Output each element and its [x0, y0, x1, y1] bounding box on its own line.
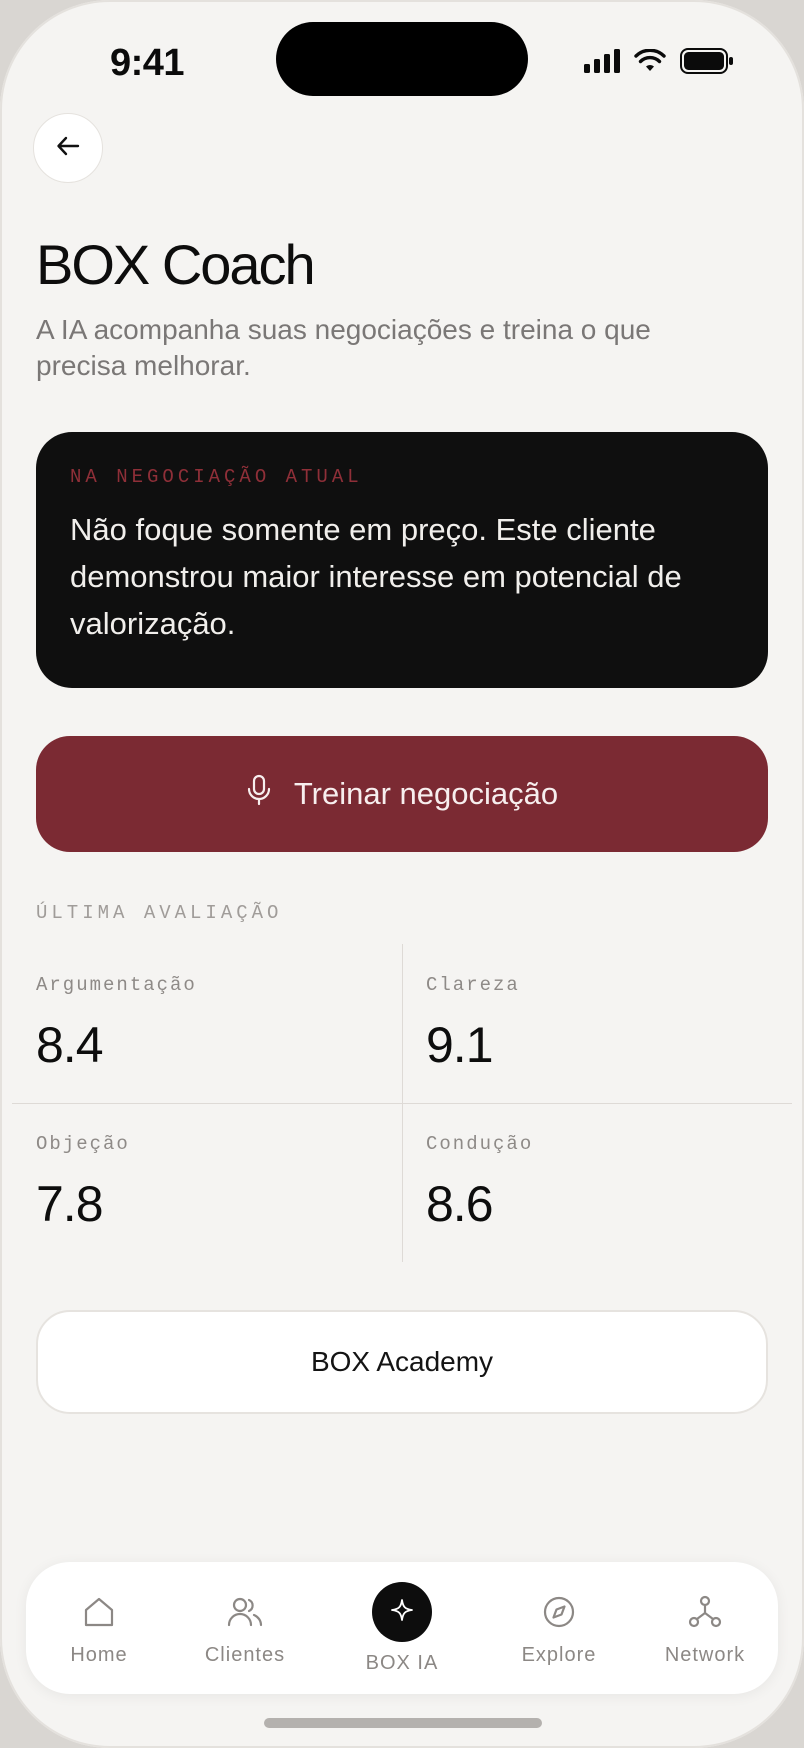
metric-name: Condução	[426, 1133, 534, 1155]
tab-network[interactable]: Network	[632, 1562, 778, 1694]
tab-label: Network	[664, 1644, 746, 1666]
metric-conducao: Condução 8.6	[402, 1103, 792, 1262]
metrics-grid: Argumentação 8.4 Clareza 9.1 Objeção 7.8…	[12, 944, 792, 1262]
metric-name: Argumentação	[36, 974, 197, 996]
box-academy-button[interactable]: BOX Academy	[36, 1310, 768, 1414]
dynamic-island	[276, 22, 528, 96]
metric-value: 7.8	[36, 1176, 104, 1232]
home-icon	[79, 1592, 119, 1632]
sparkle-icon	[390, 1598, 414, 1627]
back-button[interactable]	[33, 113, 103, 183]
home-indicator	[264, 1718, 542, 1728]
users-icon	[225, 1592, 265, 1632]
status-icons	[584, 48, 734, 79]
tab-home[interactable]: Home	[26, 1562, 172, 1694]
metric-value: 9.1	[426, 1017, 494, 1073]
page-subtitle: A IA acompanha suas negociações e treina…	[36, 314, 651, 381]
tab-clientes[interactable]: Clientes	[172, 1562, 318, 1694]
metric-value: 8.4	[36, 1017, 104, 1073]
coach-tip-text: Não foque somente em preço. Este cliente…	[70, 512, 682, 641]
metric-value: 8.6	[426, 1176, 494, 1232]
metric-argumentacao: Argumentação 8.4	[12, 944, 402, 1103]
metric-name: Objeção	[36, 1133, 130, 1155]
metric-clareza: Clareza 9.1	[402, 944, 792, 1103]
page-title: BOX Coach	[36, 233, 316, 296]
bottom-tab-bar: Home Clientes BOX IA Explore Network	[26, 1562, 778, 1694]
train-negotiation-button[interactable]: Treinar negociação	[36, 736, 768, 852]
tab-label: BOX IA	[365, 1652, 439, 1674]
train-negotiation-label: Treinar negociação	[293, 776, 559, 811]
wifi-icon	[634, 48, 666, 78]
cellular-signal-icon	[584, 49, 620, 78]
coach-tip-label: NA NEGOCIAÇÃO ATUAL	[70, 466, 363, 488]
tab-box-ia[interactable]: BOX IA	[329, 1562, 475, 1694]
box-ia-button[interactable]	[372, 1582, 432, 1642]
metric-name: Clareza	[426, 974, 520, 996]
metric-objecao: Objeção 7.8	[12, 1103, 402, 1262]
tab-explore[interactable]: Explore	[486, 1562, 632, 1694]
grid-divider-horizontal	[12, 1103, 792, 1104]
network-icon	[685, 1592, 725, 1632]
microphone-icon	[246, 774, 272, 814]
status-time: 9:41	[110, 42, 185, 84]
tab-label: Clientes	[204, 1644, 286, 1666]
tab-label: Explore	[521, 1644, 597, 1666]
tab-label: Home	[70, 1644, 128, 1666]
coach-tip-card: NA NEGOCIAÇÃO ATUAL Não foque somente em…	[36, 432, 768, 688]
phone-screen: 9:41 BOX Coach A IA acompanha suas negoc…	[0, 0, 804, 1748]
compass-icon	[539, 1592, 579, 1632]
battery-icon	[680, 48, 734, 79]
last-evaluation-label: ÚLTIMA AVALIAÇÃO	[36, 902, 283, 924]
arrow-left-icon	[55, 133, 81, 164]
